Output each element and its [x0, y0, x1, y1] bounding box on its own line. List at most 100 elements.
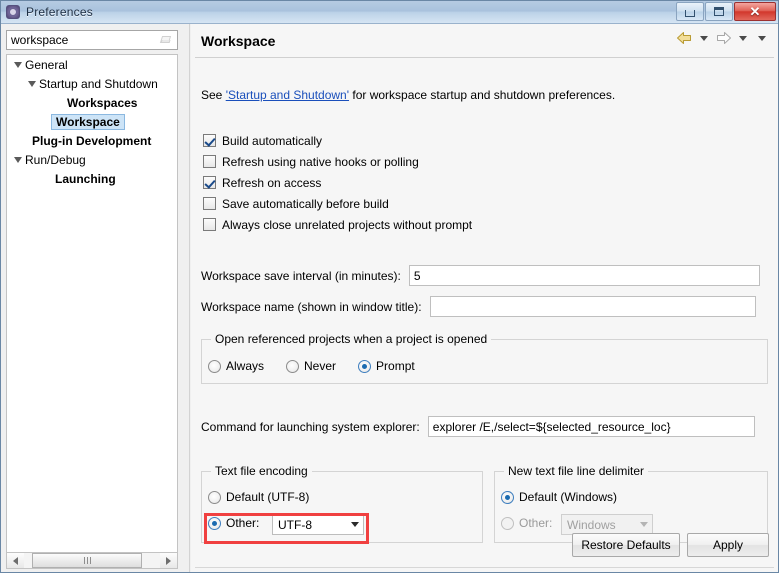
close-button[interactable]: ✕ [734, 2, 776, 21]
apply-label: Apply [712, 538, 744, 552]
sidebar: General Startup and Shutdown Workspaces … [1, 24, 189, 572]
eraser-icon[interactable] [158, 32, 174, 48]
sidebar-item-workspaces[interactable]: Workspaces [7, 93, 177, 112]
checkbox-icon[interactable] [203, 176, 216, 189]
minimize-icon [685, 9, 695, 17]
radio-icon[interactable] [208, 516, 221, 530]
workspace-name-label: Workspace name (shown in window title): [201, 299, 422, 314]
explorer-command-row: Command for launching system explorer: e… [201, 416, 768, 437]
radio-icon[interactable] [208, 490, 221, 504]
description-prefix: See [201, 88, 226, 102]
sidebar-item-workspace[interactable]: Workspace [7, 112, 177, 131]
checkbox-refresh-on-access[interactable]: Refresh on access [203, 172, 472, 193]
radio-label: Other: [519, 516, 553, 530]
back-dropdown-caret[interactable] [700, 35, 708, 41]
back-arrow-icon [677, 32, 691, 44]
window-controls: ✕ [676, 2, 776, 21]
page-body: See 'Startup and Shutdown' for workspace… [191, 58, 778, 553]
radio-label: Never [304, 359, 337, 373]
sidebar-item-general[interactable]: General [7, 55, 177, 74]
apply-button[interactable]: Apply [687, 533, 769, 557]
sidebar-item-run-debug[interactable]: Run/Debug [7, 150, 177, 169]
radio-open-referenced-prompt[interactable]: Prompt [358, 359, 415, 373]
sidebar-item-label: Run/Debug [25, 152, 86, 167]
radio-icon[interactable] [208, 359, 221, 373]
radio-open-referenced-never[interactable]: Never [286, 359, 336, 373]
preference-tree[interactable]: General Startup and Shutdown Workspaces … [6, 54, 178, 566]
twisty-expanded-icon[interactable] [25, 77, 39, 91]
save-interval-label: Workspace save interval (in minutes): [201, 268, 401, 283]
checkbox-label: Save automatically before build [222, 196, 389, 211]
scroll-right-arrow[interactable] [160, 553, 177, 568]
minimize-button[interactable] [676, 2, 704, 21]
checkbox-icon[interactable] [203, 197, 216, 210]
radio-delimiter-default[interactable]: Default (Windows) [501, 490, 617, 504]
radio-label: Other: [226, 516, 260, 530]
restore-defaults-button[interactable]: Restore Defaults [572, 533, 680, 557]
sidebar-item-plug-in-development[interactable]: Plug-in Development [7, 131, 177, 150]
scrollbar-track[interactable] [24, 553, 160, 568]
scrollbar-thumb[interactable] [32, 553, 142, 568]
twisty-expanded-icon[interactable] [11, 153, 25, 167]
checkbox-label: Always close unrelated projects without … [222, 217, 473, 232]
preference-page: Workspace See 'Startup and Shutdown' for… [191, 24, 778, 572]
radio-delimiter-other: Other: [501, 516, 552, 530]
radio-icon[interactable] [501, 490, 514, 504]
maximize-button[interactable] [705, 2, 733, 21]
checkbox-save-automatically-before-build[interactable]: Save automatically before build [203, 193, 472, 214]
footer-separator [195, 567, 774, 568]
checkbox-icon[interactable] [203, 218, 216, 231]
window-title: Preferences [26, 5, 93, 19]
radio-icon [501, 516, 514, 530]
page-nav-tools [676, 31, 770, 45]
checkbox-icon[interactable] [203, 134, 216, 147]
scroll-left-arrow[interactable] [7, 553, 24, 568]
checkbox-icon[interactable] [203, 155, 216, 168]
sidebar-item-label: General [25, 57, 68, 72]
forward-button[interactable] [715, 31, 732, 45]
radio-label: Prompt [376, 359, 415, 373]
save-interval-row: Workspace save interval (in minutes): 5 [201, 265, 768, 286]
checkbox-label: Build automatically [222, 133, 323, 148]
save-interval-value: 5 [413, 268, 421, 283]
back-button[interactable] [676, 31, 693, 45]
workspace-name-input[interactable] [429, 296, 756, 317]
workspace-name-row: Workspace name (shown in window title): [201, 296, 768, 317]
radio-icon[interactable] [358, 359, 372, 373]
forward-dropdown-caret[interactable] [739, 35, 747, 41]
explorer-command-input[interactable]: explorer /E,/select=${selected_resource_… [427, 416, 755, 437]
twisty-expanded-icon[interactable] [11, 58, 25, 72]
page-title: Workspace [201, 32, 276, 49]
checkbox-label: Refresh on access [222, 175, 322, 190]
radio-icon[interactable] [286, 359, 300, 373]
restore-defaults-label: Restore Defaults [581, 538, 671, 552]
page-description: See 'Startup and Shutdown' for workspace… [201, 88, 615, 102]
workspace-options-checkbox-list: Build automatically Refresh using native… [203, 130, 472, 235]
sidebar-horizontal-scrollbar[interactable] [6, 552, 178, 569]
radio-encoding-default[interactable]: Default (UTF-8) [208, 490, 309, 504]
save-interval-input[interactable]: 5 [408, 265, 760, 286]
close-icon: ✕ [749, 4, 761, 19]
view-menu-caret[interactable] [758, 35, 766, 41]
radio-label: Default (Windows) [519, 490, 618, 504]
sidebar-item-label: Startup and Shutdown [39, 76, 158, 91]
checkbox-always-close-unrelated-projects[interactable]: Always close unrelated projects without … [203, 214, 472, 235]
sidebar-item-launching[interactable]: Launching [7, 169, 177, 188]
open-referenced-projects-group: Open referenced projects when a project … [201, 332, 768, 384]
search-input[interactable] [11, 33, 151, 47]
group-title: Open referenced projects when a project … [211, 332, 492, 346]
radio-label: Always [226, 359, 265, 373]
radio-label: Default (UTF-8) [226, 490, 310, 504]
radio-encoding-other[interactable]: Other: [208, 516, 259, 530]
description-suffix: for workspace startup and shutdown prefe… [349, 88, 616, 102]
explorer-command-value: explorer /E,/select=${selected_resource_… [432, 419, 671, 434]
checkbox-build-automatically[interactable]: Build automatically [203, 130, 472, 151]
group-title: New text file line delimiter [504, 464, 649, 478]
filter-row [6, 30, 178, 50]
startup-shutdown-link[interactable]: 'Startup and Shutdown' [226, 88, 349, 102]
preferences-gear-icon [5, 4, 21, 20]
checkbox-refresh-using-native-hooks[interactable]: Refresh using native hooks or polling [203, 151, 472, 172]
dialog-footer: Restore Defaults Apply [191, 529, 778, 572]
sidebar-item-startup-and-shutdown[interactable]: Startup and Shutdown [7, 74, 177, 93]
radio-open-referenced-always[interactable]: Always [208, 359, 264, 373]
